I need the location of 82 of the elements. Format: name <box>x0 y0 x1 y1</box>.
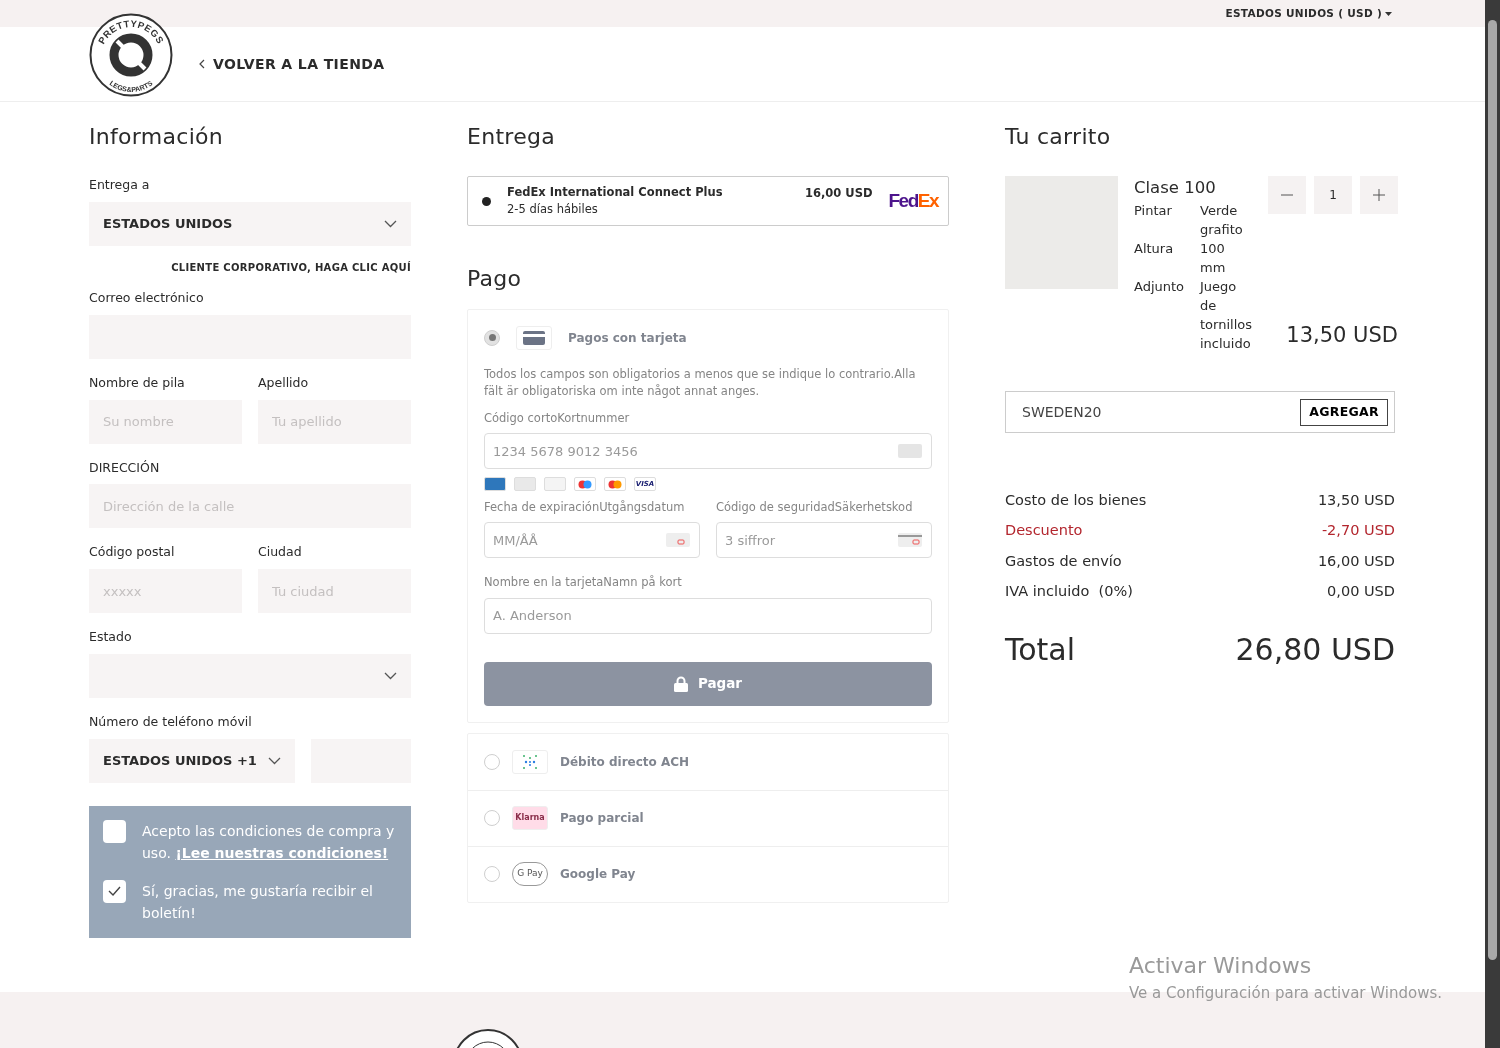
shipping-option[interactable]: FedEx International Connect Plus 2-5 días hábiles 16,00 USD FedEx <box>467 176 949 227</box>
card-brand-icon <box>514 477 536 492</box>
select-field[interactable]: ESTADOS UNIDOS <box>89 202 411 247</box>
quantity-field[interactable]: 1 <box>1313 176 1352 215</box>
product-price: 13,50 USD <box>1286 321 1398 349</box>
dotted-pattern-icon <box>520 752 540 771</box>
summary-value: 16,00 USD <box>1317 551 1395 571</box>
field-label: Número de teléfono móvil <box>89 712 253 731</box>
attribute-value: 100 mm <box>1200 240 1227 278</box>
field-label: DIRECCIÓN <box>89 458 161 477</box>
attribute-value: Verde grafito <box>1200 202 1244 240</box>
attribute-label: Pintar <box>1134 202 1173 221</box>
field-label: Apellido <box>258 373 310 392</box>
attribute-value: Juego de tornillos incluido <box>1200 278 1252 354</box>
summary-label: Costo de los bienes <box>1005 490 1147 510</box>
select-field[interactable] <box>89 653 411 698</box>
corporate-link[interactable]: CLIENTE CORPORATIVO, HAGA CLIC AQUÍ <box>171 260 411 276</box>
consent-text: Acepto las condiciones de compra y uso. ¡Lee nuestras condiciones! <box>142 821 396 863</box>
field-label: Estado <box>89 628 133 647</box>
card-brand-icon <box>484 477 506 492</box>
card-back-icon <box>898 533 922 548</box>
summary-value: 13,50 USD <box>1317 490 1395 510</box>
carrier-logo: FedEx <box>888 189 938 214</box>
section-title: Entrega <box>467 124 557 151</box>
field-label: Fecha de expiraciónUtgångsdatum <box>484 499 686 517</box>
summary-label: Descuento <box>1005 521 1083 540</box>
field-label: Correo electrónico <box>89 289 205 308</box>
checkbox[interactable] <box>103 879 126 903</box>
field-label: Nombre de pila <box>89 373 186 392</box>
consent-text: Sí, gracias, me gustaría recibir el boletín! <box>142 881 374 923</box>
field-label: Código postal <box>89 543 176 562</box>
two-circles-icon <box>574 477 596 492</box>
plus-icon <box>1372 189 1385 202</box>
card-brand-icon <box>544 477 566 492</box>
card-icon <box>898 444 922 459</box>
total-label: Total <box>1005 631 1076 670</box>
chevron-down-icon <box>384 671 397 680</box>
minus-icon <box>1280 194 1293 197</box>
section-title: Pago <box>467 266 523 293</box>
section-title: Tu carrito <box>1005 124 1112 151</box>
chevron-left-icon <box>199 59 205 69</box>
summary-label: Gastos de envío <box>1005 551 1122 571</box>
field-label: Nombre en la tarjetaNamn på kort <box>484 574 683 592</box>
summary-label: IVA incluido (0%) <box>1005 582 1133 601</box>
attribute-label: Altura <box>1134 240 1175 259</box>
increment-button[interactable] <box>1359 176 1398 215</box>
form-note: Todos los campos son obligatorios a menos que se indique lo contrario.Alla fält är obligatoriska om inte något annat anges. <box>484 365 917 400</box>
watermark-title: Activar Windows <box>1129 951 1313 980</box>
chevron-down-icon <box>268 756 281 765</box>
shipping-price: 16,00 USD <box>804 185 873 203</box>
card-back-icon <box>666 533 690 548</box>
field-label: Entrega a <box>89 176 151 195</box>
shipping-name: FedEx International Connect Plus <box>507 184 724 202</box>
watermark-subtitle: Ve a Configuración para activar Windows. <box>1129 982 1442 1004</box>
scrollbar-thumb[interactable] <box>1488 20 1497 960</box>
checkbox[interactable] <box>103 819 126 843</box>
payment-badge: G Pay <box>512 862 548 887</box>
lock-icon <box>673 675 688 692</box>
summary-value: -2,70 USD <box>1321 521 1395 540</box>
checkmark-icon <box>108 886 121 897</box>
product-name: Clase 100 <box>1134 177 1217 200</box>
field-label: Código de seguridadSäkerhetskod <box>716 499 914 517</box>
caret-icon <box>1385 11 1392 16</box>
back-link[interactable]: VOLVER A LA TIENDA <box>199 53 385 75</box>
scrollbar[interactable] <box>1485 0 1500 1048</box>
total-value: 26,80 USD <box>1235 631 1395 670</box>
decrement-button[interactable] <box>1267 176 1306 215</box>
summary-value: 0,00 USD <box>1327 582 1395 601</box>
credit-card-icon <box>523 330 545 345</box>
chevron-down-icon <box>384 220 397 229</box>
radio-dot[interactable] <box>482 196 491 206</box>
two-circles-icon <box>604 477 626 492</box>
region-selector[interactable]: ESTADOS UNIDOS ( USD ) <box>1225 5 1392 22</box>
field-label: Ciudad <box>258 543 303 562</box>
field-label: Código cortoKortnummer <box>484 409 631 427</box>
coupon-field[interactable]: SWEDEN20 AGREGAR <box>1005 391 1395 434</box>
section-title: Información <box>89 124 225 151</box>
delivery-time: 2-5 días hábiles <box>507 201 599 219</box>
apply-coupon-button[interactable]: AGREGAR <box>1300 398 1388 426</box>
payment-badge: Klarna <box>512 806 548 831</box>
attribute-label: Adjunto <box>1134 278 1186 297</box>
country-code-select[interactable]: ESTADOS UNIDOS +1 <box>89 738 295 783</box>
